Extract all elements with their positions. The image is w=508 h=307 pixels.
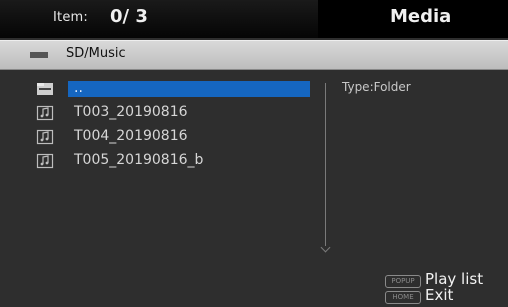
media-browser-screen: Item: 0/ 3 Media SD/Music .. T003_201908…: [0, 0, 508, 307]
file-list: .. T003_20190816 T004_20190816 T005_2019…: [0, 72, 320, 222]
list-item-label: ..: [74, 80, 83, 96]
home-key-hint[interactable]: HOME Exit: [385, 286, 500, 304]
type-info: Type:Folder: [342, 80, 411, 94]
top-header: Item: 0/ 3 Media: [0, 0, 508, 38]
list-item[interactable]: T003_20190816: [36, 104, 316, 124]
list-item[interactable]: T005_20190816_b: [36, 152, 316, 172]
popup-key-icon: POPUP: [385, 275, 421, 288]
music-file-icon: [36, 105, 54, 121]
current-path: SD/Music: [66, 46, 126, 61]
info-panel: Type:Folder: [342, 80, 411, 94]
list-item-label: T003_20190816: [74, 104, 188, 120]
item-count: 0/ 3: [110, 6, 148, 27]
key-guide: POPUP Play list HOME Exit: [350, 270, 500, 306]
selection-highlight: [68, 81, 310, 97]
path-bar: SD/Music: [0, 40, 508, 70]
home-key-icon: HOME: [385, 291, 421, 304]
list-item[interactable]: T004_20190816: [36, 128, 316, 148]
list-scrollbar[interactable]: [325, 83, 326, 246]
folder-up-icon: [36, 81, 54, 97]
folder-strip-icon: [30, 52, 48, 58]
home-key-label: Exit: [425, 286, 454, 304]
music-file-icon: [36, 129, 54, 145]
list-item-label: T005_20190816_b: [74, 152, 204, 168]
scroll-down-icon: [320, 242, 331, 253]
item-counter-panel: Item: 0/ 3: [0, 0, 318, 38]
music-file-icon: [36, 153, 54, 169]
item-label: Item:: [53, 10, 88, 25]
list-item-parent-folder[interactable]: ..: [36, 80, 316, 100]
page-title: Media: [390, 6, 452, 27]
list-item-label: T004_20190816: [74, 128, 188, 144]
